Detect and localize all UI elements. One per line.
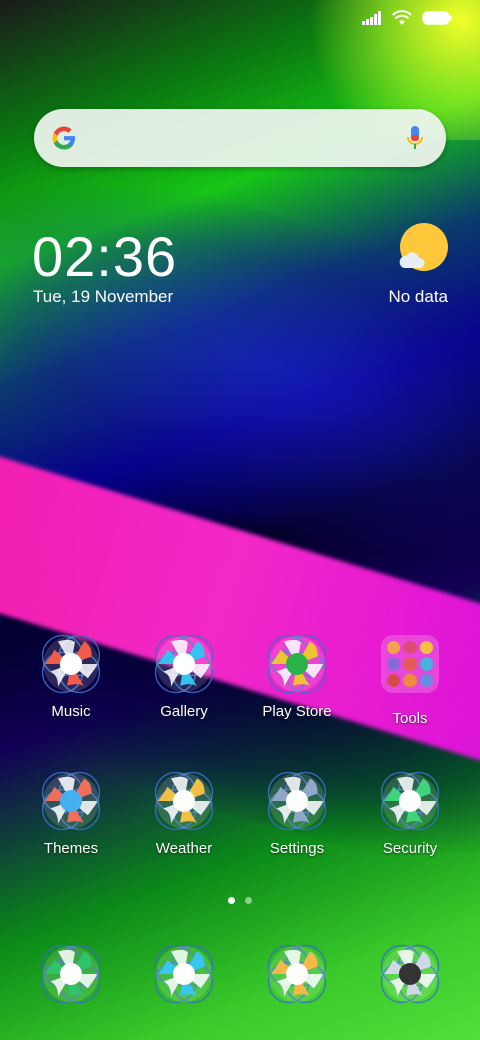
camera-icon <box>374 938 446 1010</box>
folder-tools[interactable]: Tools <box>355 628 465 727</box>
app-label: Security <box>382 840 438 857</box>
page-dot[interactable] <box>245 897 252 904</box>
clock-date[interactable]: Tue, 19 November <box>33 287 173 307</box>
weather-app-icon <box>148 765 220 837</box>
messages-icon <box>148 938 220 1010</box>
app-label: Music <box>51 703 91 720</box>
clock-time[interactable]: 02:36 <box>32 226 177 288</box>
google-search-bar[interactable] <box>34 109 446 167</box>
app-gallery[interactable]: Gallery <box>129 628 239 720</box>
app-label: Themes <box>43 840 99 857</box>
app-label: Play Store <box>262 703 332 720</box>
sun-cloud-icon[interactable] <box>396 222 448 274</box>
app-themes[interactable]: Themes <box>16 765 126 857</box>
wifi-icon <box>392 10 412 25</box>
app-label: Gallery <box>160 703 208 720</box>
music-icon <box>35 628 107 700</box>
security-bolt-icon <box>374 765 446 837</box>
app-weather[interactable]: Weather <box>129 765 239 857</box>
dock-messages[interactable] <box>129 938 239 1010</box>
app-label: Settings <box>269 840 325 857</box>
app-label: Tools <box>392 710 428 727</box>
status-bar <box>362 10 452 26</box>
browser-icon <box>261 938 333 1010</box>
page-dot-active[interactable] <box>228 897 235 904</box>
dock-phone[interactable] <box>16 938 126 1010</box>
play-store-icon <box>261 628 333 700</box>
gallery-icon <box>148 628 220 700</box>
battery-icon <box>422 11 452 25</box>
settings-gear-icon <box>261 765 333 837</box>
page-indicator[interactable] <box>0 897 480 904</box>
app-security[interactable]: Security <box>355 765 465 857</box>
app-settings[interactable]: Settings <box>242 765 352 857</box>
app-play-store[interactable]: Play Store <box>242 628 352 720</box>
signal-icon <box>362 11 381 25</box>
dock-browser[interactable] <box>242 938 352 1010</box>
google-g-icon <box>52 126 75 150</box>
themes-icon <box>35 765 107 837</box>
weather-status[interactable]: No data <box>388 287 448 307</box>
dock-camera[interactable] <box>355 938 465 1010</box>
app-label: Weather <box>155 840 213 857</box>
mic-icon[interactable] <box>406 125 424 151</box>
phone-icon <box>35 938 107 1010</box>
folder-icon <box>374 635 446 707</box>
app-music[interactable]: Music <box>16 628 126 720</box>
